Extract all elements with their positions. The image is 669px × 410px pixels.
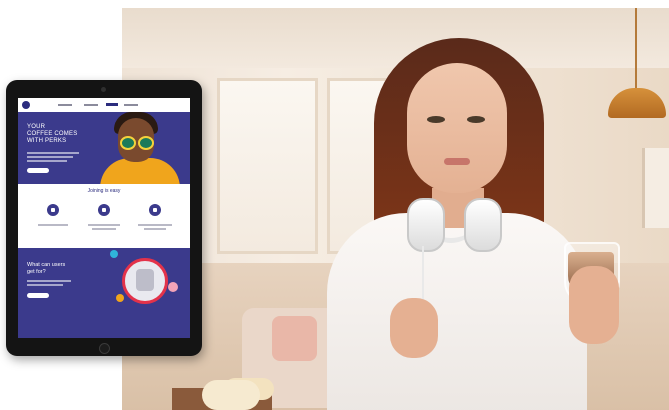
perks-title-line: get for? [27,269,46,275]
flower-vase [202,380,260,410]
perks-title: What can users get for? [27,262,87,276]
hero-title: YOUR COFFEE COMES WITH PERKS [27,124,97,145]
pillow [272,316,317,361]
nav-link-active[interactable] [106,103,118,106]
joining-steps-section: Joining is easy [18,184,190,248]
decor-dot [110,250,118,258]
camera-icon [101,87,106,92]
decor-dot [168,282,178,292]
eye [467,116,485,123]
hero-title-line: YOUR [27,124,46,130]
step-text [92,228,116,230]
step-text [138,224,172,226]
sunglasses-icon [138,136,154,150]
hand [569,266,619,344]
window [217,78,318,254]
hand [390,298,438,358]
hero-body-text [27,160,67,162]
tablet-screen: YOUR COFFEE COMES WITH PERKS Joining is … [18,98,190,338]
nav-link[interactable] [58,104,72,106]
hero-section: YOUR COFFEE COMES WITH PERKS [18,112,190,184]
perks-cta-button[interactable] [27,293,49,298]
hero-model-jacket [100,158,180,184]
woman-shirt [327,213,587,410]
hero-body-text [27,152,79,154]
hero-title-line: WITH PERKS [27,138,67,144]
hero-title-line: COFFEE COMES [27,131,78,137]
home-button[interactable] [99,343,110,354]
site-nav [18,98,190,112]
nav-link[interactable] [84,104,98,106]
background-photo [122,8,669,410]
sunglasses-icon [120,136,136,150]
headphone-ear-cup [464,198,502,252]
shelf [642,148,669,228]
ceiling [122,8,669,68]
lamp-cord [635,8,637,90]
step-text [38,224,68,226]
perks-title-line: What can users [27,262,66,268]
steps-title: Joining is easy [87,188,121,194]
step-text [144,228,166,230]
step-text [88,224,120,226]
perks-body-text [27,280,71,282]
decor-dot [116,294,124,302]
eye [427,116,445,123]
perks-section: What can users get for? [18,248,190,338]
mouth [444,158,470,165]
coffee-machine-image [122,258,168,304]
step-icon [98,204,110,216]
woman-face [407,63,507,193]
tablet-device: YOUR COFFEE COMES WITH PERKS Joining is … [6,80,202,356]
step-icon [47,204,59,216]
step-icon [149,204,161,216]
pendant-lamp [608,88,666,118]
hero-cta-button[interactable] [27,168,49,173]
nav-link[interactable] [124,104,138,106]
perks-body-text [27,284,63,286]
headphone-ear-cup [407,198,445,252]
logo-icon[interactable] [22,101,30,109]
hero-body-text [27,156,73,158]
